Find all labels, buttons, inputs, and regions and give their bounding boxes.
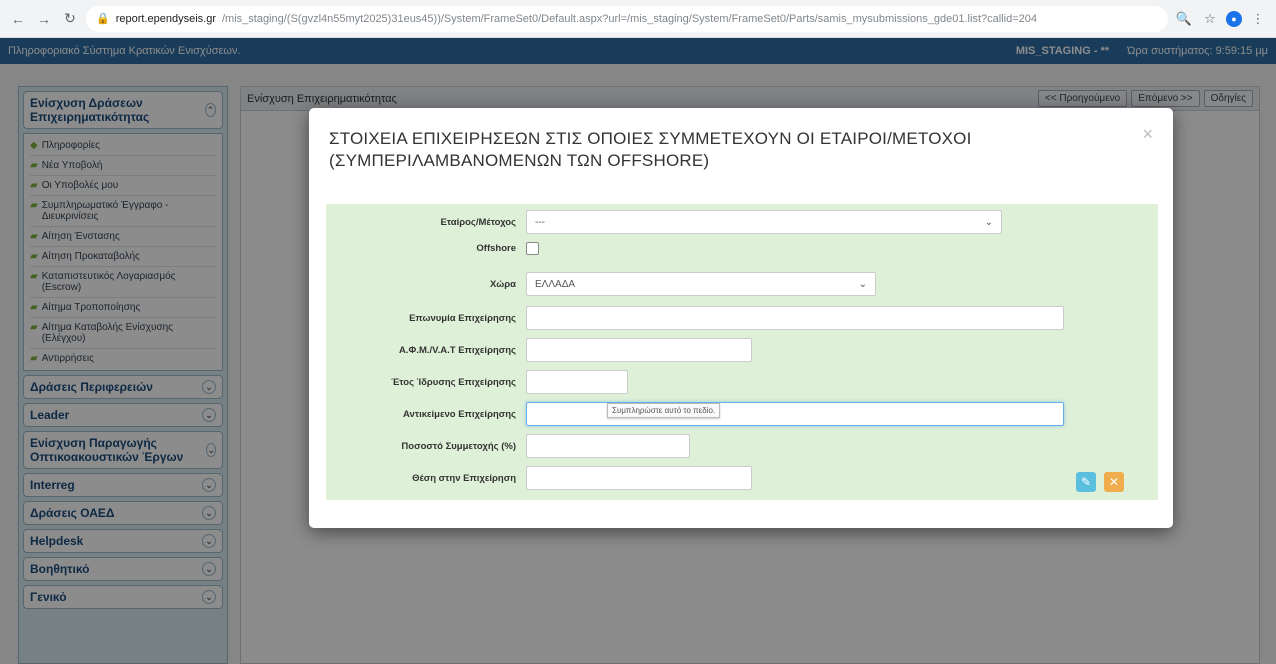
address-bar[interactable]: 🔒 report.ependyseis.gr/mis_staging/(S(gv…: [86, 5, 1168, 32]
partner-company-modal: ΣΤΟΙΧΕΙΑ ΕΠΙΧΕΙΡΗΣΕΩΝ ΣΤΙΣ ΟΠΟΙΕΣ ΣΥΜΜΕΤ…: [309, 108, 1173, 528]
profile-avatar[interactable]: ●: [1226, 10, 1242, 27]
validation-tooltip: Συμπληρώστε αυτό το πεδίο.: [607, 403, 721, 418]
url-path: /mis_staging/(S(gvzl4n55myt2025)31eus45)…: [221, 12, 1037, 25]
forward-icon[interactable]: →: [34, 9, 54, 29]
position-label: Θέση στην Επιχείρηση: [412, 472, 516, 484]
chevron-down-icon: ⌄: [858, 278, 867, 290]
save-icon[interactable]: ✎: [1076, 472, 1096, 492]
partner-label: Εταίρος/Μέτοχος: [440, 216, 516, 228]
lock-icon: 🔒: [96, 13, 110, 25]
offshore-label: Offshore: [476, 243, 516, 254]
browser-toolbar: ← → ↻ 🔒 report.ependyseis.gr/mis_staging…: [0, 0, 1276, 38]
row-partner: Εταίρος/Μέτοχος --- ⌄: [326, 210, 1002, 234]
row-company-name: Επωνυμία Επιχείρησης: [326, 306, 1064, 330]
percent-label: Ποσοστό Συμμετοχής (%): [401, 440, 516, 452]
form-panel: Εταίρος/Μέτοχος --- ⌄ Offshore Χώρα ΕΛΛΑ…: [326, 204, 1158, 500]
partner-select[interactable]: --- ⌄: [526, 210, 1002, 234]
row-year: Έτος Ίδρυσης Επιχείρησης: [326, 370, 628, 394]
year-input[interactable]: [526, 370, 628, 394]
chevron-down-icon: ⌄: [984, 216, 993, 228]
country-select[interactable]: ΕΛΛΑΔΑ ⌄: [526, 272, 876, 296]
offshore-checkbox[interactable]: [526, 242, 539, 255]
row-offshore: Offshore: [326, 242, 539, 255]
modal-title: ΣΤΟΙΧΕΙΑ ΕΠΙΧΕΙΡΗΣΕΩΝ ΣΤΙΣ ΟΠΟΙΕΣ ΣΥΜΜΕΤ…: [329, 129, 972, 170]
back-icon[interactable]: ←: [8, 9, 28, 29]
company-name-input[interactable]: [526, 306, 1064, 330]
reload-icon[interactable]: ↻: [60, 9, 80, 29]
zoom-icon[interactable]: 🔍: [1174, 9, 1194, 29]
vat-input[interactable]: [526, 338, 752, 362]
company-name-label: Επωνυμία Επιχείρησης: [409, 312, 516, 324]
object-label: Αντικείμενο Επιχείρησης: [403, 408, 516, 420]
country-label: Χώρα: [490, 278, 516, 290]
url-host: report.ependyseis.gr: [115, 12, 216, 25]
row-percent: Ποσοστό Συμμετοχής (%): [326, 434, 690, 458]
row-vat: Α.Φ.Μ./V.A.T Επιχείρησης: [326, 338, 752, 362]
row-position: Θέση στην Επιχείρηση: [326, 466, 752, 490]
row-country: Χώρα ΕΛΛΑΔΑ ⌄: [326, 272, 876, 296]
menu-dots-icon[interactable]: ⋮: [1248, 9, 1268, 29]
bookmark-star-icon[interactable]: ☆: [1200, 9, 1220, 29]
position-input[interactable]: [526, 466, 752, 490]
close-icon[interactable]: ×: [1142, 124, 1153, 145]
year-label: Έτος Ίδρυσης Επιχείρησης: [391, 376, 516, 388]
percent-input[interactable]: [526, 434, 690, 458]
cancel-icon[interactable]: ✕: [1104, 472, 1124, 492]
vat-label: Α.Φ.Μ./V.A.T Επιχείρησης: [399, 344, 516, 356]
